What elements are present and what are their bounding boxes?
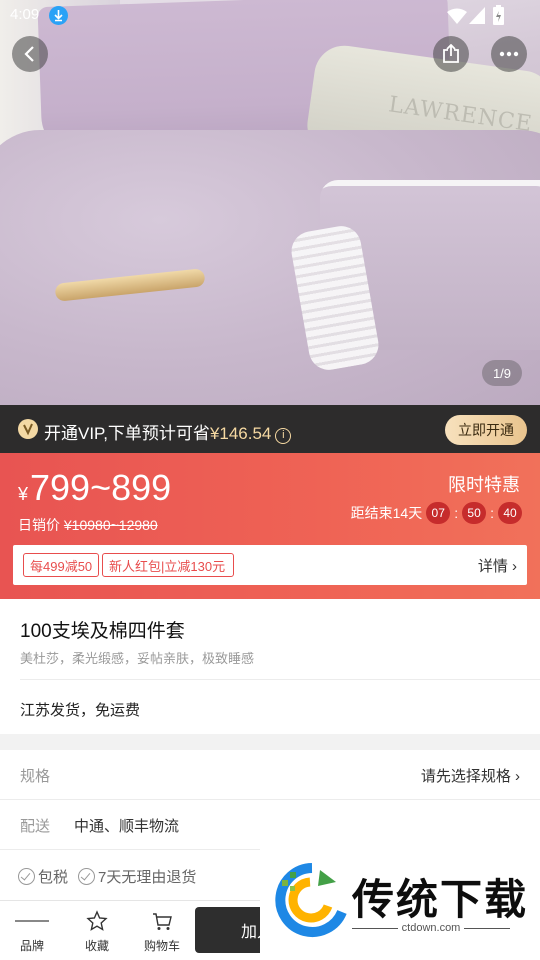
back-arrow-icon <box>24 46 34 62</box>
star-icon <box>67 909 127 933</box>
watermark-url-text: ctdown.com <box>401 922 461 934</box>
info-icon[interactable]: i <box>275 428 292 444</box>
coupon-tag[interactable]: 新人红包|立减130元 <box>102 553 234 577</box>
watermark-title: 传统下载 <box>352 876 529 923</box>
brand-label: 品牌 <box>19 939 44 953</box>
delivery-label: 配送 <box>20 818 51 835</box>
cart-tab[interactable]: 购物车 <box>132 909 192 954</box>
guarantee-text: 包税 <box>38 869 69 886</box>
check-circle-icon <box>18 868 35 885</box>
chevron-right-icon: › <box>512 558 517 575</box>
currency-symbol: ¥ <box>18 484 29 504</box>
spec-label: 规格 <box>20 768 51 785</box>
spec-row[interactable]: 规格 请先选择规格 › <box>0 750 540 800</box>
coupon-row[interactable]: 每499减50 新人红包|立减130元 详情 › <box>13 545 527 585</box>
divider <box>20 679 540 680</box>
spec-value: 请先选择规格 › <box>421 765 520 786</box>
vip-text-prefix: 开通VIP,下单预计可省 <box>44 424 210 443</box>
countdown-label: 距结束14天 <box>350 505 423 521</box>
battery-icon <box>493 5 504 25</box>
vip-banner[interactable]: 开通VIP,下单预计可省¥146.54 i 立即开通 <box>0 405 540 453</box>
favorite-label: 收藏 <box>84 939 109 953</box>
watermark-logo-icon <box>275 863 347 937</box>
open-vip-button[interactable]: 立即开通 <box>445 415 527 445</box>
favorite-tab[interactable]: 收藏 <box>67 909 127 954</box>
countdown-timer: 距结束14天 07: 50: 40 <box>351 502 522 524</box>
vip-savings-text: 开通VIP,下单预计可省¥146.54 i <box>44 419 292 444</box>
status-bar: 4:09 <box>0 0 540 32</box>
chevron-right-icon: › <box>515 768 520 785</box>
price-range: ¥799~899 <box>18 467 171 509</box>
vip-badge-icon <box>18 419 38 439</box>
original-price: ¥10980~12980 <box>63 517 158 533</box>
product-info-card: 100支埃及棉四件套 美杜莎，柔光缎感，妥帖亲肤，极致睡感 江苏发货，免运费 <box>0 599 540 734</box>
watermark-url: ctdown.com <box>352 922 511 934</box>
coupon-tag[interactable]: 每499减50 <box>23 553 100 577</box>
watermark: 传统下载 ctdown.com <box>260 848 540 960</box>
page-indicator: 1/9 <box>482 360 522 386</box>
countdown-hours: 07 <box>426 502 451 524</box>
daily-price-label: 日销价 <box>18 517 60 533</box>
more-button[interactable] <box>491 36 527 72</box>
cart-icon <box>132 909 192 933</box>
back-button[interactable] <box>12 36 48 72</box>
delivery-value: 中通、顺丰物流 <box>74 818 180 835</box>
spec-value-text: 请先选择规格 <box>420 768 511 785</box>
more-dots-icon <box>499 51 519 57</box>
download-icon <box>49 6 68 25</box>
wifi-icon <box>447 8 467 24</box>
status-time: 4:09 <box>10 6 40 23</box>
check-circle-icon <box>78 868 95 885</box>
daily-price: 日销价 ¥10980~12980 <box>18 515 158 535</box>
share-icon <box>443 44 459 63</box>
details-label: 详情 <box>477 558 508 575</box>
cart-label: 购物车 <box>143 939 180 953</box>
product-image-carousel[interactable]: LAWRENCE 1/9 <box>0 0 540 405</box>
brand-logo-icon <box>2 909 62 933</box>
share-button[interactable] <box>433 36 469 72</box>
shipping-info: 江苏发货，免运费 <box>20 702 141 719</box>
product-subtitle: 美杜莎，柔光缎感，妥帖亲肤，极致睡感 <box>20 651 255 666</box>
countdown-seconds: 40 <box>498 502 522 524</box>
guarantee-item: 包税 <box>18 866 68 887</box>
limited-offer-label: 限时特惠 <box>448 475 520 495</box>
signal-icon <box>469 7 485 24</box>
promo-price-section: ¥799~899 日销价 ¥10980~12980 限时特惠 距结束14天 07… <box>0 453 540 599</box>
delivery-row: 配送 中通、顺丰物流 <box>0 800 540 850</box>
guarantee-item: 7天无理由退货 <box>78 866 196 887</box>
price-value: 799~899 <box>30 467 172 508</box>
countdown-minutes: 50 <box>462 502 487 524</box>
brand-tab[interactable]: 品牌 <box>2 909 62 954</box>
vip-savings-amount: ¥146.54 <box>209 424 272 443</box>
guarantee-text: 7天无理由退货 <box>98 869 197 886</box>
coupon-details-link[interactable]: 详情 › <box>478 555 517 576</box>
product-title: 100支埃及棉四件套 <box>20 621 185 642</box>
